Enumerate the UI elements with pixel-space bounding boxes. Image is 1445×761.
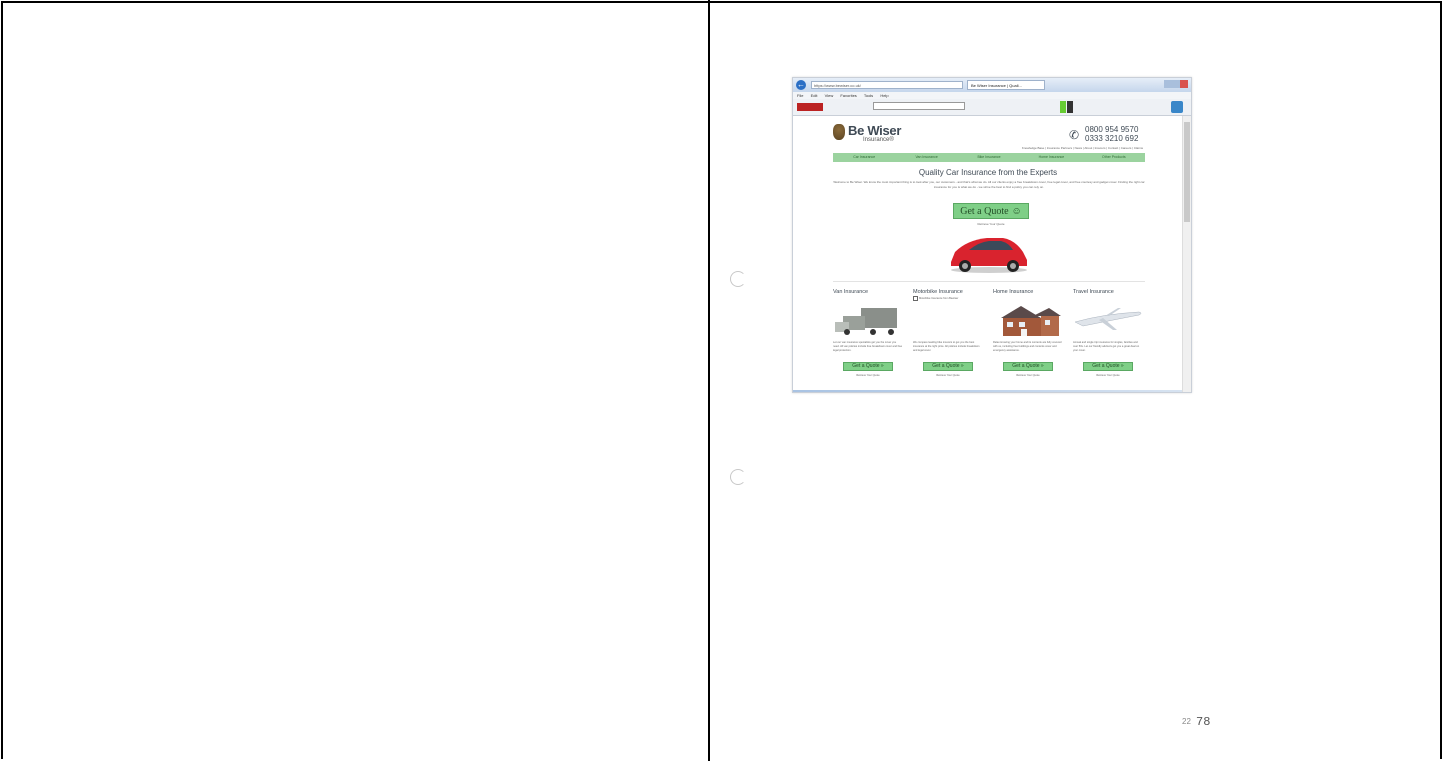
brand-name[interactable]: Be Wiser — [848, 123, 901, 138]
small-page-mark: 22 — [1182, 717, 1191, 726]
page-number: 78 — [1196, 715, 1211, 729]
retrieve-quote-link[interactable]: Retrieve Your Quote — [1003, 374, 1053, 377]
product-title[interactable]: Home Insurance — [993, 289, 1033, 295]
phone-number-2: 0333 3210 692 — [1085, 134, 1139, 143]
back-arrow-icon[interactable]: ← — [796, 80, 806, 90]
airplane-image — [1074, 308, 1142, 330]
left-empty-cell — [3, 3, 708, 761]
retrieve-quote-link[interactable]: Retrieve Your Quote — [923, 374, 973, 377]
browser-toolbar — [793, 99, 1191, 116]
nav-car-insurance[interactable]: Car Insurance — [833, 153, 895, 162]
owl-logo-icon — [833, 124, 845, 140]
product-motorbike: Motorbike Insurance Motorbike Insurance … — [913, 282, 983, 392]
motorbike-quote-button[interactable]: Get a Quote » — [923, 362, 973, 371]
right-cell: ← https://www.bewiser.co.uk/ Be Wiser In… — [710, 3, 1442, 761]
travel-quote-button[interactable]: Get a Quote » — [1083, 362, 1133, 371]
checkbox-label: Motorbike Insurance from Bewiser — [919, 297, 959, 301]
menu-view[interactable]: View — [825, 93, 834, 98]
motorbike-checkbox-row[interactable]: Motorbike Insurance from Bewiser — [913, 296, 958, 301]
nav-bike-insurance[interactable]: Bike Insurance — [958, 153, 1020, 162]
retrieve-quote-link[interactable]: Retrieve Your Quote — [1083, 374, 1133, 377]
product-description: Relax knowing your home and its contents… — [993, 341, 1062, 352]
hero-title: Quality Car Insurance from the Experts — [918, 168, 1058, 177]
checkbox-icon[interactable] — [913, 296, 918, 301]
toolbar-widget[interactable] — [1060, 101, 1066, 113]
van-image — [835, 308, 897, 335]
menu-tools[interactable]: Tools — [864, 93, 873, 98]
hero-text: Welcome to Be Wiser. We know the most im… — [833, 180, 1145, 189]
menu-favorites[interactable]: Favorites — [840, 93, 856, 98]
taskbar-strip — [793, 390, 1183, 392]
main-nav: Car Insurance Van Insurance Bike Insuran… — [833, 153, 1145, 162]
smile-icon: ☺ — [1011, 205, 1022, 217]
product-title[interactable]: Van Insurance — [833, 289, 868, 295]
retrieve-quote-link[interactable]: Retrieve Your Quote — [953, 222, 1029, 226]
product-title[interactable]: Motorbike Insurance — [913, 289, 963, 295]
product-description: Let our van insurance specialists get yo… — [833, 341, 903, 352]
product-van: Van Insurance Let our van insurance spec… — [833, 282, 903, 392]
get-a-quote-button[interactable]: Get a Quote ☺ — [953, 203, 1029, 219]
nav-other-products[interactable]: Other Products — [1083, 153, 1145, 162]
website-page: Be Wiser Insurance® ✆ 0800 954 9570 0333… — [793, 116, 1183, 392]
menu-edit[interactable]: Edit — [811, 93, 818, 98]
product-home: Home Insurance Relax knowing your home a… — [993, 282, 1063, 392]
nav-home-insurance[interactable]: Home Insurance — [1020, 153, 1082, 162]
nav-van-insurance[interactable]: Van Insurance — [895, 153, 957, 162]
scrollbar-thumb[interactable] — [1184, 122, 1190, 222]
browser-menubar: File Edit View Favorites Tools Help — [793, 92, 1191, 99]
brand-subtitle: Insurance® — [863, 137, 894, 143]
punch-hole-mark — [730, 271, 746, 287]
product-title[interactable]: Travel Insurance — [1073, 289, 1114, 295]
home-quote-button[interactable]: Get a Quote » — [1003, 362, 1053, 371]
window-controls[interactable] — [1164, 80, 1188, 88]
product-description: Annual and single trip insurance for sin… — [1073, 341, 1140, 352]
browser-tab[interactable]: Be Wiser Insurance | Quali... — [967, 80, 1045, 90]
menu-help[interactable]: Help — [880, 93, 888, 98]
punch-hole-mark — [730, 469, 746, 485]
red-car-image — [951, 238, 1027, 273]
product-grid: Van Insurance Let our van insurance spec… — [833, 281, 1145, 392]
phone-number-1: 0800 954 9570 — [1085, 125, 1139, 134]
address-bar[interactable]: https://www.bewiser.co.uk/ — [811, 81, 963, 89]
retrieve-quote-link[interactable]: Retrieve Your Quote — [843, 374, 893, 377]
product-description: We compare leading bike insurers to get … — [913, 341, 980, 352]
get-a-quote-label: Get a Quote — [960, 205, 1009, 217]
top-links[interactable]: Knowledge Base | Insurance Partners | Ne… — [973, 146, 1143, 150]
menu-file[interactable]: File — [797, 93, 803, 98]
toolbar-widget[interactable] — [1067, 101, 1073, 113]
page-scrollbar[interactable] — [1182, 116, 1191, 392]
product-travel: Travel Insurance Annual and single trip … — [1073, 282, 1143, 392]
toolbar-search-box[interactable] — [873, 102, 965, 110]
house-image — [1001, 306, 1061, 336]
van-quote-button[interactable]: Get a Quote » — [843, 362, 893, 371]
phone-icon: ✆ — [1069, 128, 1080, 142]
toolbar-app-icon[interactable] — [1171, 101, 1183, 113]
browser-screenshot: ← https://www.bewiser.co.uk/ Be Wiser In… — [792, 77, 1192, 393]
browser-titlebar: ← https://www.bewiser.co.uk/ Be Wiser In… — [793, 78, 1191, 92]
toolbar-logo — [797, 103, 823, 111]
